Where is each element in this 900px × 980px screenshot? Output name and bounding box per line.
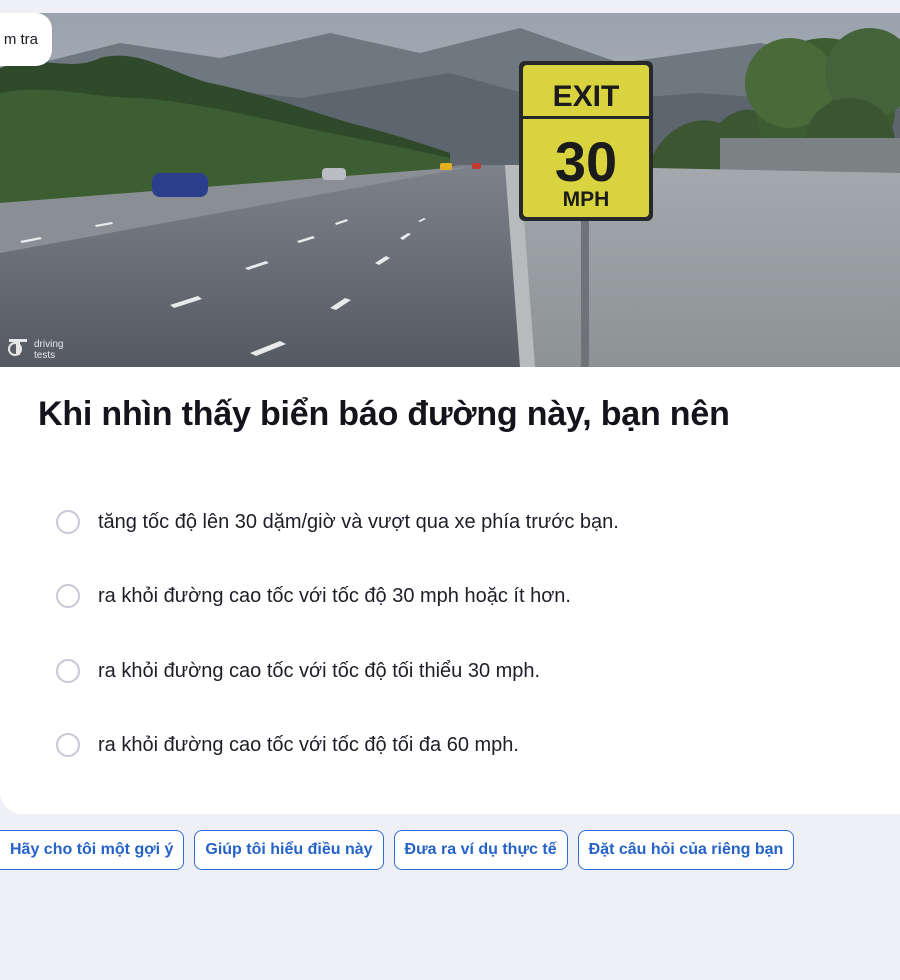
answer-option-4[interactable]: ra khỏi đường cao tốc với tốc độ tối đa …	[56, 730, 519, 760]
radio-button[interactable]	[56, 659, 80, 683]
answer-option-3[interactable]: ra khỏi đường cao tốc với tốc độ tối thi…	[56, 656, 540, 686]
watermark-line2: tests	[34, 350, 55, 361]
answer-option-label: ra khỏi đường cao tốc với tốc độ tối thi…	[98, 659, 541, 682]
sign-line-speed: 30	[555, 130, 617, 193]
answer-option-label: ra khỏi đường cao tốc với tốc độ 30 mph …	[98, 584, 571, 607]
radio-button[interactable]	[56, 733, 80, 757]
ask-own-question-chip[interactable]: Đặt câu hỏi của riêng bạn	[577, 830, 795, 870]
back-button-label: m tra	[3, 31, 38, 48]
radio-button[interactable]	[56, 510, 80, 534]
question-text: Khi nhìn thấy biển báo đường này, bạn nê…	[38, 395, 730, 433]
radio-button[interactable]	[56, 584, 80, 608]
real-example-chip[interactable]: Đưa ra ví dụ thực tế	[393, 830, 568, 870]
answer-option-2[interactable]: ra khỏi đường cao tốc với tốc độ 30 mph …	[56, 581, 571, 611]
sign-line-unit: MPH	[563, 188, 610, 211]
answer-option-label: ra khỏi đường cao tốc với tốc độ tối đa …	[98, 733, 519, 756]
answer-option-label: tăng tốc độ lên 30 dặm/giờ và vượt qua x…	[98, 510, 619, 533]
watermark-line1: driving	[34, 339, 63, 350]
explain-chip[interactable]: Giúp tôi hiểu điều này	[194, 830, 384, 870]
answer-option-1[interactable]: tăng tốc độ lên 30 dặm/giờ và vượt qua x…	[56, 507, 619, 537]
hint-chip[interactable]: Hãy cho tôi một gợi ý	[0, 830, 185, 870]
sign-line-exit: EXIT	[553, 80, 620, 113]
help-chip-bar: Hãy cho tôi một gợi ý Giúp tôi hiểu điều…	[0, 830, 795, 870]
back-to-test-button[interactable]: m tra	[0, 13, 52, 66]
road-sign-photo: EXIT 30 MPH driving tests	[0, 13, 900, 367]
road-scene-illustration: EXIT 30 MPH driving tests	[0, 13, 900, 367]
